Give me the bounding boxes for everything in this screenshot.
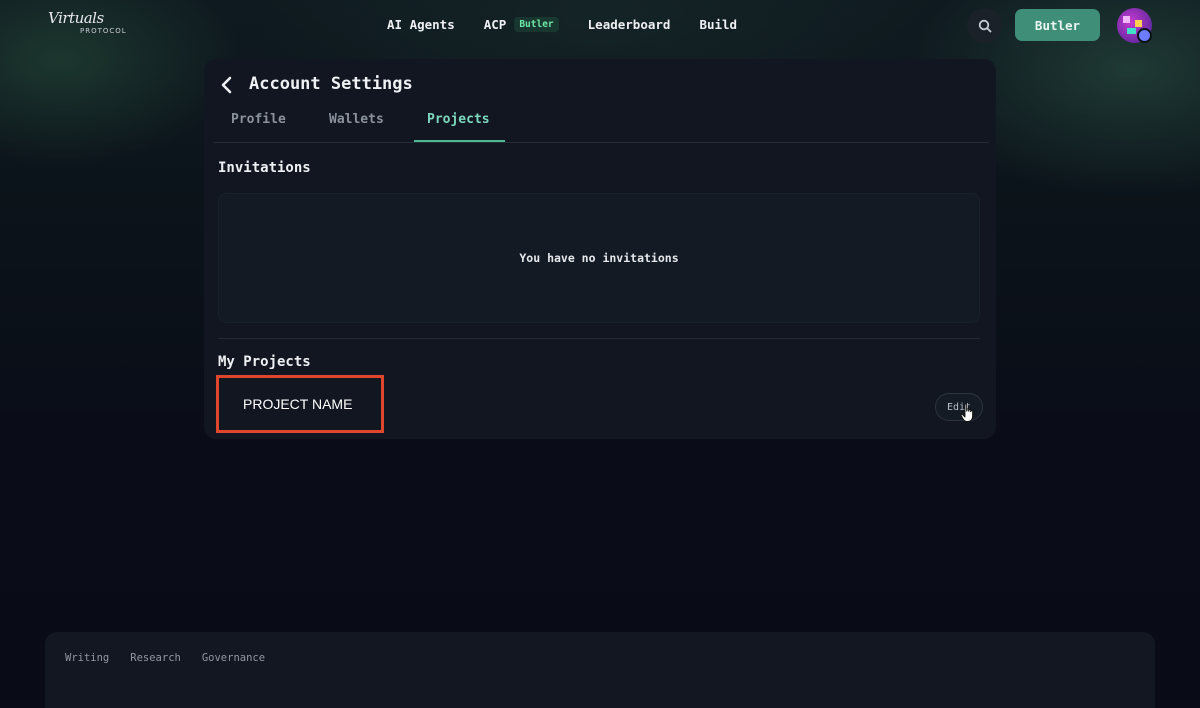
nav-acp[interactable]: ACP Butler: [484, 17, 559, 32]
project-item[interactable]: PROJECT NAME: [216, 375, 384, 433]
back-button[interactable]: [218, 75, 236, 95]
footer-link-writing[interactable]: Writing: [65, 652, 109, 664]
avatar-status-badge: [1137, 28, 1152, 43]
butler-button[interactable]: Butler: [1015, 9, 1100, 41]
tab-projects[interactable]: Projects: [427, 112, 490, 127]
avatar-pixel: [1127, 28, 1136, 34]
logo[interactable]: Virtuals PROTOCOL: [48, 10, 128, 40]
search-icon: [978, 19, 991, 32]
footer: Writing Research Governance: [45, 632, 1155, 708]
chevron-left-icon: [221, 76, 232, 94]
avatar-pixel: [1135, 20, 1142, 27]
nav-acp-label: ACP: [483, 17, 507, 32]
logo-script: Virtuals: [48, 9, 104, 27]
nav-acp-badge: Butler: [514, 17, 559, 32]
top-nav: Virtuals PROTOCOL AI Agents ACP Butler L…: [0, 0, 1200, 50]
edit-project-button[interactable]: Edit: [935, 393, 983, 421]
avatar-pixel: [1123, 16, 1130, 23]
footer-link-research[interactable]: Research: [130, 652, 181, 664]
nav-ai-agents[interactable]: AI Agents: [387, 17, 455, 32]
project-name: PROJECT NAME: [243, 396, 353, 412]
page-title: Account Settings: [249, 74, 413, 94]
section-divider: [218, 338, 980, 339]
logo-subtitle: PROTOCOL: [80, 27, 127, 35]
invitations-empty-state: You have no invitations: [218, 193, 980, 323]
my-projects-heading: My Projects: [218, 354, 311, 370]
footer-links: Writing Research Governance: [65, 652, 265, 664]
invitations-empty-text: You have no invitations: [519, 251, 679, 265]
tab-wallets[interactable]: Wallets: [329, 112, 384, 127]
main-nav: AI Agents ACP Butler Leaderboard Build: [387, 17, 737, 32]
nav-build[interactable]: Build: [699, 17, 737, 32]
search-button[interactable]: [967, 8, 1002, 43]
settings-tabs: Profile Wallets Projects: [214, 105, 989, 143]
footer-link-governance[interactable]: Governance: [202, 652, 265, 664]
account-settings-panel: Account Settings Profile Wallets Project…: [204, 59, 996, 439]
invitations-heading: Invitations: [218, 160, 311, 176]
active-tab-indicator: [414, 140, 505, 142]
tab-profile[interactable]: Profile: [231, 112, 286, 127]
nav-leaderboard[interactable]: Leaderboard: [588, 17, 671, 32]
